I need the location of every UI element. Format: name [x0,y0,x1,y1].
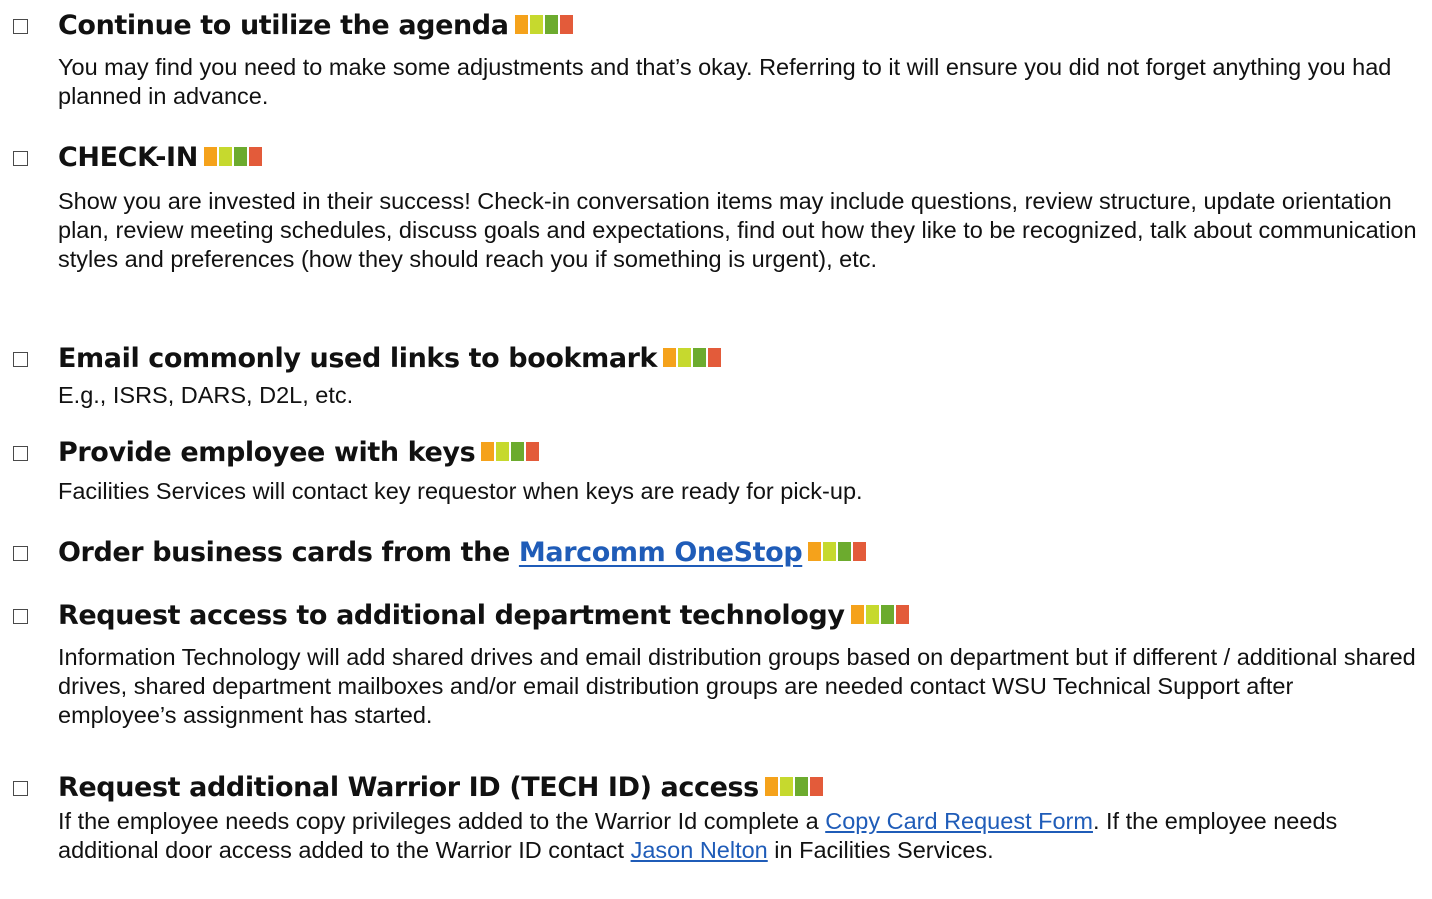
checkbox[interactable] [13,19,28,34]
item-heading: Request additional Warrior ID (TECH ID) … [58,771,825,805]
bar-orange [203,147,217,166]
item-title: Continue to utilize the agenda [58,10,509,41]
bar-lime [823,542,837,561]
color-bars-icon [808,542,868,561]
marcomm-onestop-link[interactable]: Marcomm OneStop [519,537,803,568]
bar-red [809,777,823,796]
item-heading: Provide employee with keys [58,436,541,470]
bar-orange [808,542,822,561]
bar-lime [218,147,232,166]
color-bars-icon [203,147,264,166]
bar-orange [850,605,864,624]
checkbox[interactable] [13,781,28,796]
bar-red [895,605,909,624]
bar-lime [865,605,879,624]
bar-red [248,147,262,166]
item-description: Facilities Services will contact key req… [58,478,863,504]
item-description: Information Technology will add shared d… [58,644,1416,728]
item-heading: Continue to utilize the agenda [58,9,575,43]
checkbox[interactable] [13,609,28,624]
bar-green [880,605,894,624]
item-description: You may find you need to make some adjus… [58,54,1392,109]
item-heading: Request access to additional department … [58,599,911,633]
checkbox[interactable] [13,352,28,367]
item-heading: Order business cards from the Marcomm On… [58,536,868,570]
bar-orange [514,15,528,34]
copy-card-request-form-link[interactable]: Copy Card Request Form [825,808,1093,834]
item-title: Request access to additional department … [58,600,845,631]
color-bars-icon [663,348,723,367]
item-heading: Email commonly used links to bookmark [58,342,723,376]
item-title: Request additional Warrior ID (TECH ID) … [58,772,759,803]
bar-green [233,147,247,166]
bar-orange [764,777,778,796]
bar-red [708,348,722,367]
bar-red [559,15,573,34]
bar-orange [663,348,677,367]
bar-green [838,542,852,561]
item-title: CHECK-IN [58,142,198,173]
bar-orange [481,442,495,461]
bar-lime [779,777,793,796]
checkbox[interactable] [13,151,28,166]
bar-green [511,442,525,461]
bar-green [693,348,707,367]
item-title: Order business cards from the [58,537,519,568]
bar-lime [678,348,692,367]
desc-text-3: in Facilities Services. [767,837,994,863]
desc-text-1: If the employee needs copy privileges ad… [58,808,826,834]
bar-green [544,15,558,34]
item-title: Provide employee with keys [58,437,476,468]
item-heading: CHECK-IN [58,141,264,175]
item-description: Show you are invested in their success! … [58,188,1417,272]
bar-lime [496,442,510,461]
checkbox[interactable] [13,446,28,461]
bar-green [794,777,808,796]
color-bars-icon [764,777,825,796]
checkbox[interactable] [13,546,28,561]
jason-nelton-link[interactable]: Jason Nelton [631,837,768,863]
color-bars-icon [481,442,541,461]
bar-red [526,442,540,461]
item-description: E.g., ISRS, DARS, D2L, etc. [58,382,354,408]
color-bars-icon [514,15,575,34]
color-bars-icon [850,605,911,624]
bar-red [853,542,867,561]
item-description: If the employee needs copy privileges ad… [58,807,1418,865]
bar-lime [529,15,543,34]
item-title: Email commonly used links to bookmark [58,343,658,374]
